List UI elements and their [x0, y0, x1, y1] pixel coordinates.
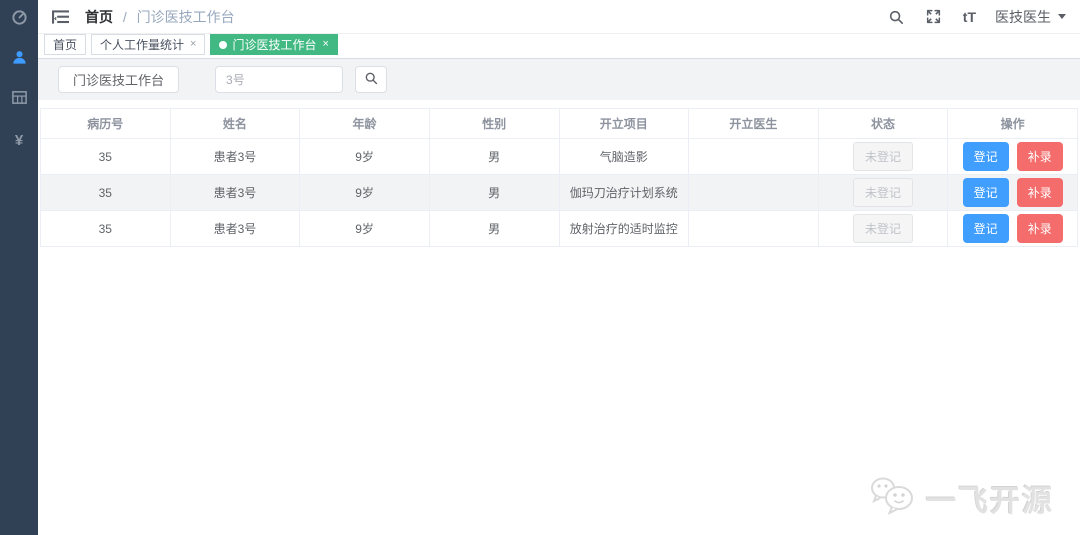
tab-home[interactable]: 首页 [44, 34, 87, 55]
hamburger-icon[interactable] [48, 9, 73, 24]
cell-gender: 男 [428, 210, 560, 247]
col-age: 年龄 [299, 108, 430, 139]
user-dropdown[interactable]: 医技医生 [995, 7, 1066, 27]
supplement-button[interactable]: 补录 [1016, 142, 1063, 171]
search-input[interactable] [215, 66, 344, 93]
cell-project: 伽玛刀治疗计划系统 [558, 174, 690, 211]
col-operation: 操作 [947, 108, 1078, 139]
cell-doctor [688, 138, 819, 175]
close-icon[interactable]: × [190, 39, 196, 50]
col-name: 姓名 [169, 108, 301, 139]
fullscreen-icon[interactable] [917, 0, 950, 34]
register-button[interactable]: 登记 [962, 178, 1009, 207]
breadcrumb-current: 门诊医技工作台 [136, 8, 235, 25]
active-dot-icon [219, 40, 228, 49]
patients-table: 病历号 姓名 年龄 性别 开立项目 开立医生 状态 操作 35 患者3号 9岁 [40, 108, 1078, 247]
register-button[interactable]: 登记 [962, 142, 1009, 171]
close-icon[interactable]: × [322, 39, 328, 50]
cell-name: 患者3号 [169, 174, 301, 211]
table-grid-icon [11, 89, 28, 111]
cell-age: 9岁 [299, 174, 430, 211]
cell-record-no: 35 [40, 174, 171, 211]
tags-bar: 首页 个人工作量统计 × 门诊医技工作台 × [38, 34, 1080, 59]
tab-personal-workload[interactable]: 个人工作量统计 × [91, 34, 206, 55]
cell-project: 放射治疗的适时监控 [558, 210, 690, 247]
cell-project: 气脑造影 [558, 138, 690, 175]
table-row: 35 患者3号 9岁 男 气脑造影 未登记 登记 补录 [40, 138, 1078, 175]
cell-name: 患者3号 [169, 138, 301, 175]
breadcrumb-home[interactable]: 首页 [85, 9, 113, 25]
cell-operation: 登记 补录 [947, 210, 1078, 247]
sidebar-item-dashboard[interactable] [0, 0, 38, 40]
status-badge: 未登记 [853, 142, 914, 171]
cell-status: 未登记 [817, 138, 949, 175]
cell-operation: 登记 补录 [947, 138, 1078, 175]
cell-age: 9岁 [299, 138, 430, 175]
sidebar-item-fees[interactable]: ¥ [0, 120, 38, 160]
table-row: 35 患者3号 9岁 男 放射治疗的适时监控 未登记 登记 补录 [40, 210, 1078, 247]
main-area: 首页 / 门诊医技工作台 tT 医技医生 首页 个人工作量统计 × 门诊医技工作… [38, 0, 1080, 535]
supplement-button[interactable]: 补录 [1016, 178, 1063, 207]
col-status: 状态 [817, 108, 949, 139]
col-project: 开立项目 [558, 108, 690, 139]
status-badge: 未登记 [853, 178, 914, 207]
status-badge: 未登记 [853, 214, 914, 243]
user-name: 医技医生 [995, 8, 1051, 25]
cell-status: 未登记 [817, 210, 949, 247]
cell-age: 9岁 [299, 210, 430, 247]
col-record-no: 病历号 [40, 108, 171, 139]
tab-label: 个人工作量统计 [100, 38, 185, 52]
dashboard-gauge-icon [11, 9, 28, 31]
chevron-down-icon [1058, 14, 1066, 19]
workbench-button[interactable]: 门诊医技工作台 [58, 66, 180, 93]
breadcrumb: 首页 / 门诊医技工作台 [85, 7, 235, 27]
search-icon [364, 71, 378, 88]
search-button[interactable] [355, 66, 388, 93]
register-button[interactable]: 登记 [962, 214, 1009, 243]
sidebar-item-medtech-workbench[interactable] [0, 40, 38, 80]
tab-label: 门诊医技工作台 [232, 38, 317, 52]
cell-operation: 登记 补录 [947, 174, 1078, 211]
cell-record-no: 35 [40, 138, 171, 175]
col-gender: 性别 [428, 108, 560, 139]
font-size-icon[interactable]: tT [954, 0, 985, 34]
sidebar-item-table[interactable] [0, 80, 38, 120]
cell-record-no: 35 [40, 210, 171, 247]
sidebar: ¥ [0, 0, 38, 535]
yuan-icon: ¥ [14, 131, 24, 149]
cell-status: 未登记 [817, 174, 949, 211]
table-header-row: 病历号 姓名 年龄 性别 开立项目 开立医生 状态 操作 [40, 108, 1078, 139]
header-search-icon[interactable] [879, 0, 913, 34]
cell-gender: 男 [428, 138, 560, 175]
table-row: 35 患者3号 9岁 男 伽玛刀治疗计划系统 未登记 登记 补录 [40, 174, 1078, 211]
cell-gender: 男 [428, 174, 560, 211]
cell-name: 患者3号 [169, 210, 301, 247]
navbar: 首页 / 门诊医技工作台 tT 医技医生 [38, 0, 1080, 34]
user-icon [11, 49, 28, 71]
tab-label: 首页 [53, 38, 78, 52]
col-doctor: 开立医生 [688, 108, 819, 139]
breadcrumb-separator: / [122, 8, 127, 25]
cell-doctor [688, 174, 819, 211]
filter-toolbar: 门诊医技工作台 [38, 59, 1080, 100]
app-root: ¥ 首页 / 门诊医技工作台 tT 医技医生 首页 个人工作量统计 × 门诊医技… [0, 0, 1080, 535]
supplement-button[interactable]: 补录 [1016, 214, 1063, 243]
tab-medtech-workbench[interactable]: 门诊医技工作台 × [210, 34, 338, 55]
cell-doctor [688, 210, 819, 247]
